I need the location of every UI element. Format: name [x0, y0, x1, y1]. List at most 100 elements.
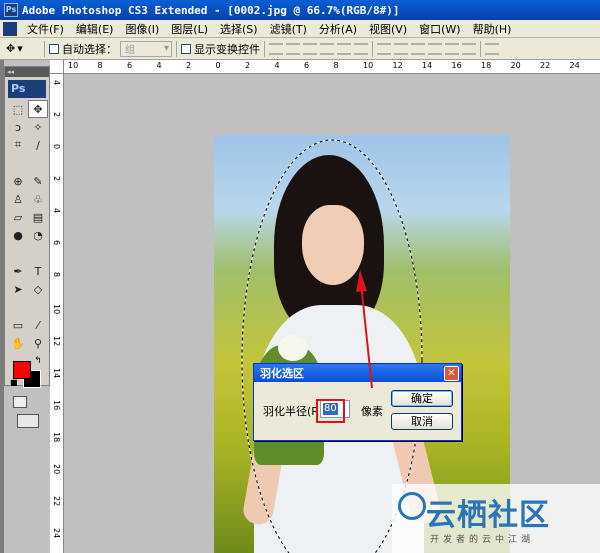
window-title: Adobe Photoshop CS3 Extended - [0002.jpg…	[22, 3, 400, 17]
auto-select-dropdown[interactable]: 组 ▾	[120, 40, 172, 57]
menu-view[interactable]: 视图(V)	[363, 21, 413, 37]
photoshop-logo[interactable]: Ps	[8, 80, 46, 98]
move-tool-icon[interactable]: ✥	[28, 100, 48, 118]
default-colors-icon[interactable]: ■	[10, 378, 18, 387]
menu-filter[interactable]: 滤镜(T)	[264, 21, 313, 37]
distribute-bottom-icon[interactable]	[411, 42, 425, 55]
brush-tool-icon[interactable]: ✎	[28, 172, 48, 190]
auto-select-option[interactable]: 自动选择：	[49, 41, 117, 57]
menu-window[interactable]: 窗口(W)	[413, 21, 466, 37]
align-left-icon[interactable]	[320, 42, 334, 55]
ruler-tick-label: 6	[304, 61, 310, 70]
dialog-title-bar[interactable]: 羽化选区 ✕	[254, 364, 461, 382]
zoom-tool-icon[interactable]: ⚲	[28, 334, 48, 352]
chevron-down-icon: ▾	[163, 43, 169, 54]
ruler-tick-label: 8	[52, 272, 61, 278]
swap-colors-icon[interactable]: ↰	[34, 356, 42, 366]
screen-mode-icon[interactable]	[17, 414, 39, 428]
close-icon[interactable]: ✕	[444, 365, 459, 381]
divider	[480, 40, 481, 57]
history-brush-tool-icon[interactable]: ♧	[28, 190, 48, 208]
horizontal-ruler[interactable]: 10 8 6 4 2 0 2 4 6 8 10 12 14 16 18 20 22 24	[64, 60, 600, 74]
menu-analysis[interactable]: 分析(A)	[313, 21, 363, 37]
distribute-right-icon[interactable]	[462, 42, 476, 55]
distribute-hcenter-icon[interactable]	[445, 42, 459, 55]
tool-grid: ⬚ ✥ ↄ ✧ ⌗ ∕ ⊕ ✎ ♙ ♧ ▱ ▤ ● ◔ ✒ T ➤ ◇ ▭ ⁄ …	[8, 100, 49, 352]
cancel-button[interactable]: 取消	[391, 413, 453, 430]
chevron-down-icon: ▾	[17, 42, 23, 55]
quick-mask-toggle[interactable]	[13, 396, 49, 408]
ruler-tick-label: 16	[451, 61, 462, 70]
ruler-tick-label: 0	[215, 61, 221, 70]
lasso-tool-icon[interactable]: ↄ	[8, 118, 28, 136]
move-tool-icon: ✥	[6, 42, 16, 55]
watermark-title: 云栖社区	[426, 498, 550, 533]
vertical-ruler[interactable]: 4 2 0 2 4 6 8 10 12 14 16 18 20 22 24	[50, 60, 64, 553]
blur-tool-icon[interactable]: ●	[8, 226, 28, 244]
ruler-tick-label: 6	[52, 240, 61, 246]
type-tool-icon[interactable]: T	[28, 262, 48, 280]
distribute-buttons	[377, 42, 476, 55]
magic-wand-tool-icon[interactable]: ✧	[28, 118, 48, 136]
auto-align-icon	[485, 42, 499, 55]
menu-edit[interactable]: 编辑(E)	[70, 21, 120, 37]
distribute-top-icon[interactable]	[377, 42, 391, 55]
watermark: 云栖社区 开发者的云中江湖	[392, 484, 600, 553]
ruler-tick-label: 4	[52, 208, 61, 214]
crop-tool-icon[interactable]: ⌗	[8, 136, 28, 154]
ruler-tick-label: 14	[422, 61, 433, 70]
notes-tool-icon[interactable]: ▭	[8, 316, 28, 334]
path-selection-tool-icon[interactable]: ➤	[8, 280, 28, 298]
auto-select-checkbox[interactable]	[49, 43, 59, 54]
options-bar: ✥ ▾ 自动选择： 组 ▾ 显示变换控件	[0, 38, 600, 60]
gradient-tool-icon[interactable]: ▤	[28, 208, 48, 226]
auto-select-value: 组	[125, 45, 135, 56]
show-transform-option[interactable]: 显示变换控件	[181, 41, 260, 57]
healing-brush-tool-icon[interactable]: ⊕	[8, 172, 28, 190]
document-icon[interactable]	[3, 21, 17, 36]
show-transform-checkbox[interactable]	[181, 43, 191, 54]
photo-flower	[278, 335, 308, 361]
menu-layer[interactable]: 图层(L)	[165, 21, 214, 37]
menu-help[interactable]: 帮助(H)	[467, 21, 518, 37]
slice-tool-icon[interactable]: ∕	[28, 136, 48, 154]
ruler-tick-label: 8	[333, 61, 339, 70]
hand-tool-icon[interactable]: ✋	[8, 334, 28, 352]
clone-stamp-tool-icon[interactable]: ♙	[8, 190, 28, 208]
menu-select[interactable]: 选择(S)	[214, 21, 264, 37]
ruler-tick-label: 18	[481, 61, 492, 70]
ok-button[interactable]: 确定	[391, 390, 453, 407]
distribute-vcenter-icon[interactable]	[394, 42, 408, 55]
ruler-tick-label: 18	[52, 432, 61, 443]
tool-preset-picker[interactable]: ✥ ▾	[6, 40, 40, 58]
ruler-tick-label: 10	[363, 61, 374, 70]
align-hcenter-icon[interactable]	[337, 42, 351, 55]
align-top-icon[interactable]	[269, 42, 283, 55]
toolbox-collapse[interactable]: ◂◂	[5, 67, 49, 77]
align-bottom-icon[interactable]	[303, 42, 317, 55]
color-swatches: ■ ↰	[10, 356, 49, 392]
align-right-icon[interactable]	[354, 42, 368, 55]
ruler-origin[interactable]	[50, 60, 64, 74]
ruler-tick-label: 22	[52, 496, 61, 507]
shape-tool-icon[interactable]: ◇	[28, 280, 48, 298]
eyedropper-tool-icon[interactable]: ⁄	[28, 316, 48, 334]
align-vcenter-icon[interactable]	[286, 42, 300, 55]
foreground-color-swatch[interactable]	[13, 361, 31, 379]
ruler-tick-label: 2	[245, 61, 251, 70]
dodge-tool-icon[interactable]: ◔	[28, 226, 48, 244]
ruler-tick-label: 22	[540, 61, 551, 70]
menu-bar: 文件(F) 编辑(E) 图像(I) 图层(L) 选择(S) 滤镜(T) 分析(A…	[0, 20, 600, 38]
marquee-tool-icon[interactable]: ⬚	[8, 100, 28, 118]
standard-mode-icon[interactable]	[13, 396, 27, 408]
pen-tool-icon[interactable]: ✒	[8, 262, 28, 280]
menu-file[interactable]: 文件(F)	[21, 21, 70, 37]
ruler-tick-label: 4	[274, 61, 280, 70]
menu-image[interactable]: 图像(I)	[119, 21, 165, 37]
auto-align-button[interactable]	[485, 42, 499, 55]
eraser-tool-icon[interactable]: ▱	[8, 208, 28, 226]
ruler-tick-label: 2	[52, 112, 61, 118]
divider	[372, 40, 373, 57]
ruler-tick-label: 20	[510, 61, 521, 70]
distribute-left-icon[interactable]	[428, 42, 442, 55]
